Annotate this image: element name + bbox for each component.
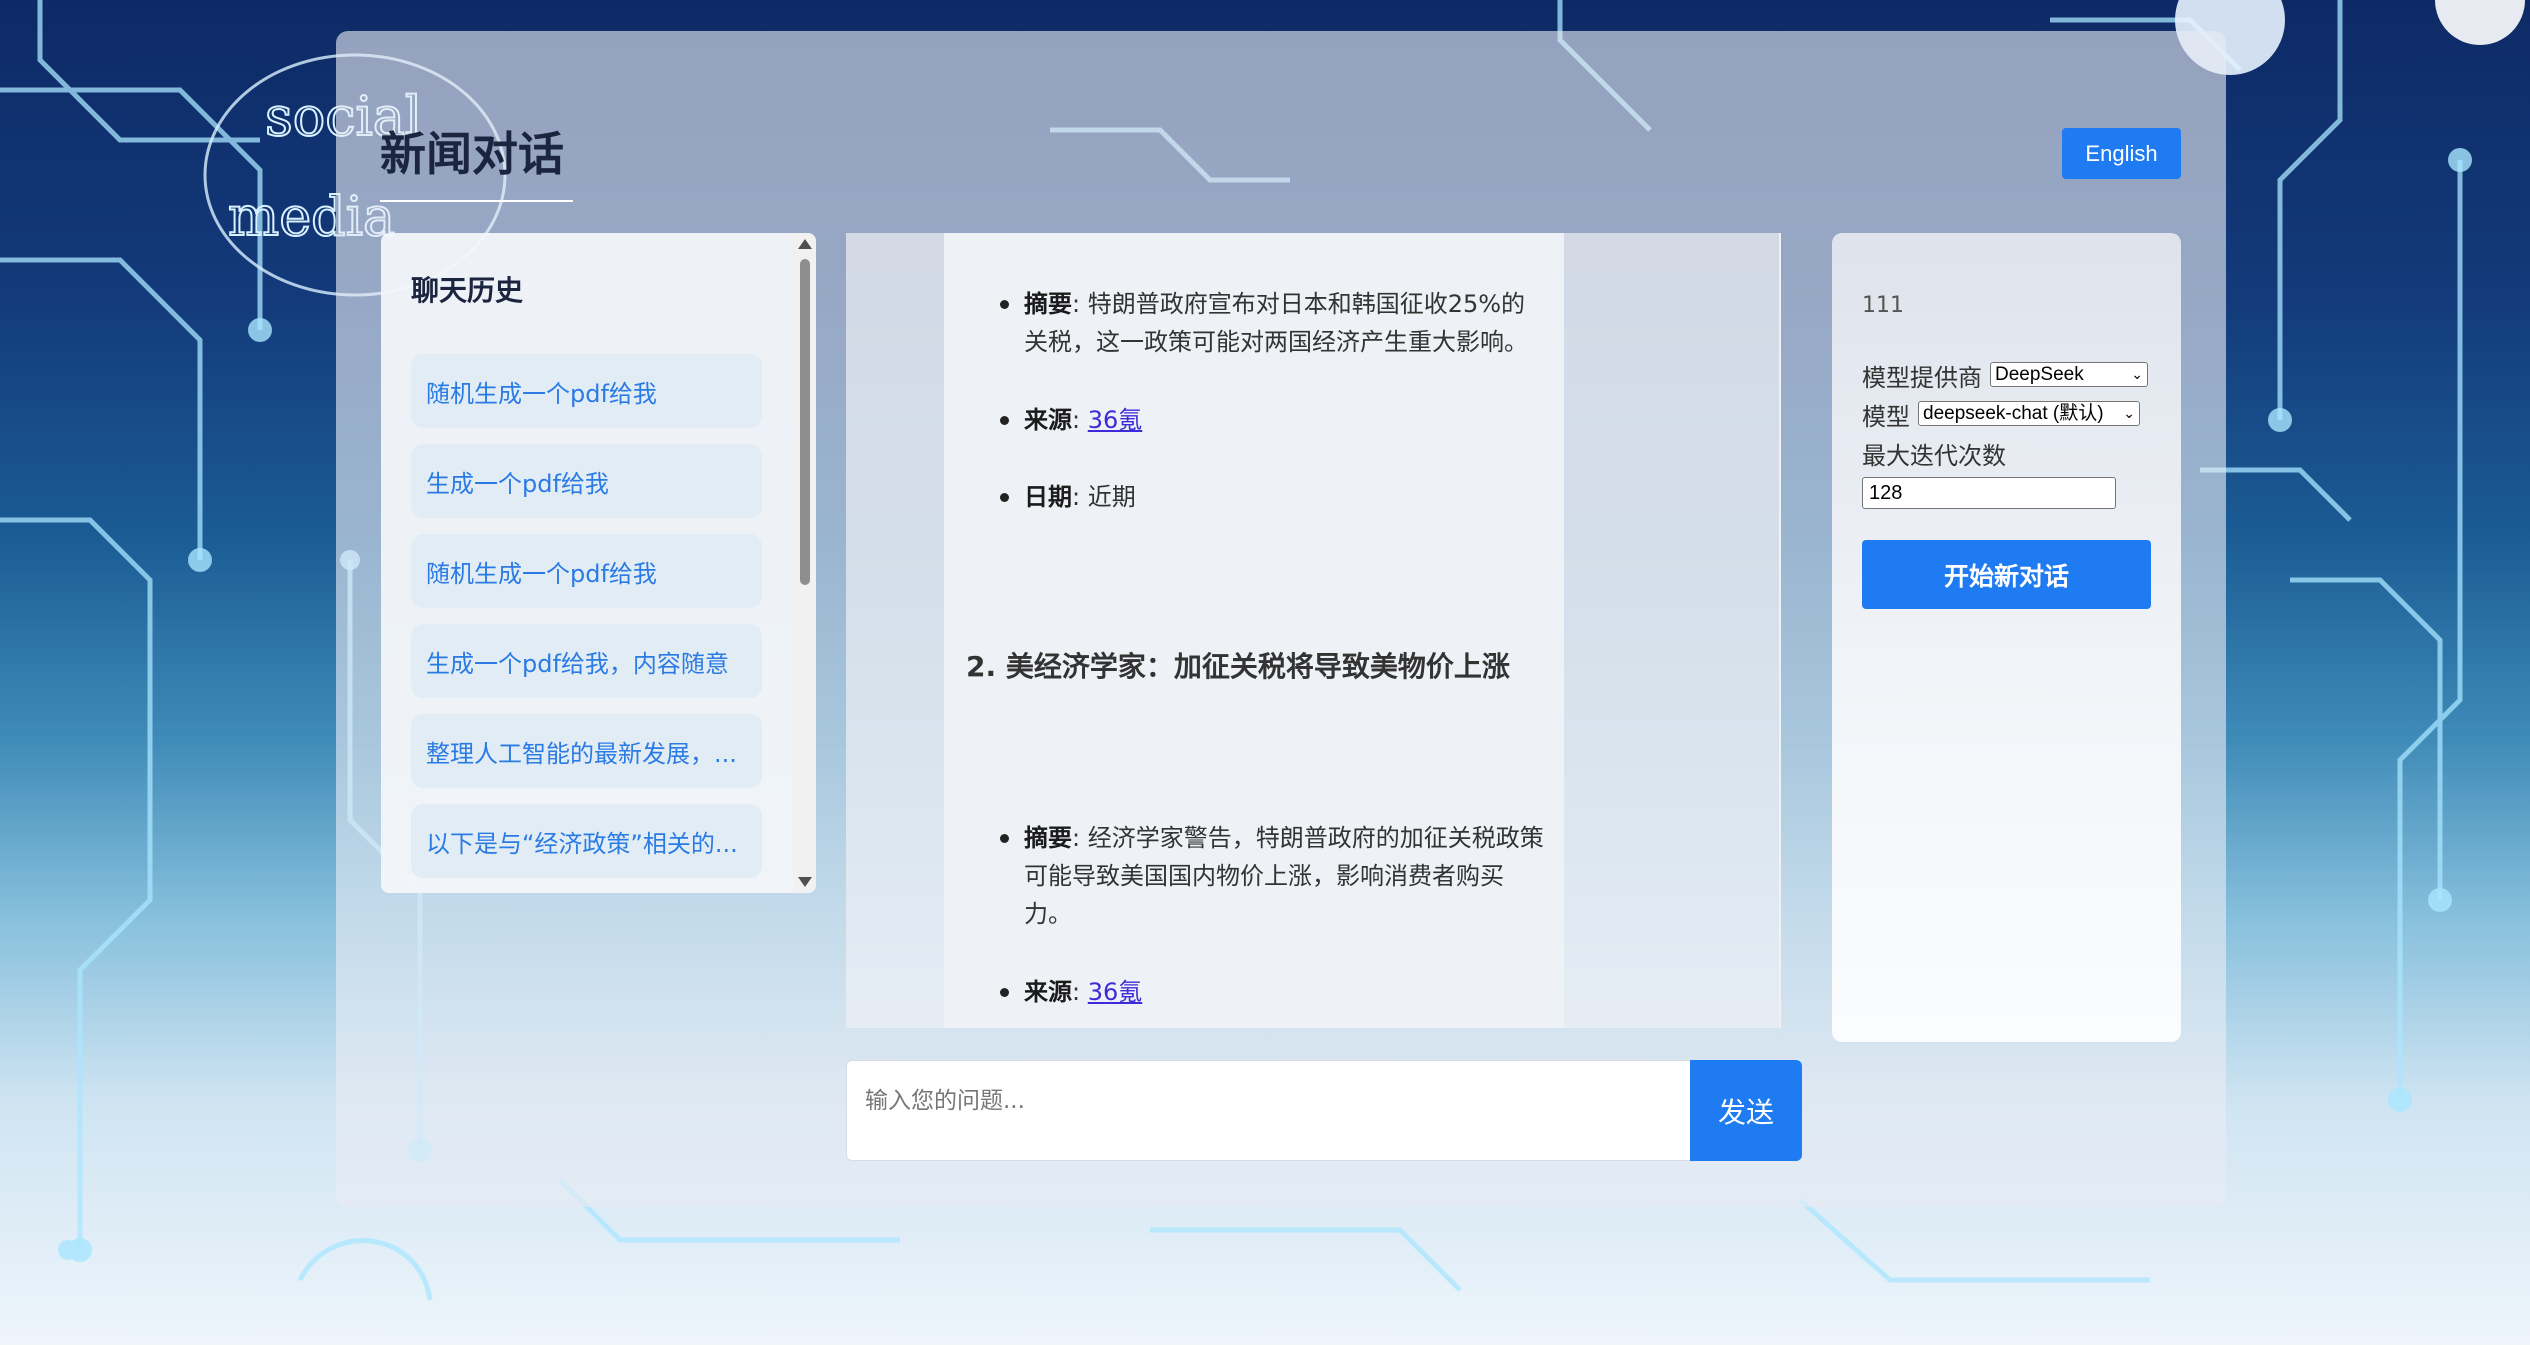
assistant-message: 摘要: 特朗普政府宣布对日本和韩国征收25%的关税，这一政策可能对两国经济产生重… (944, 233, 1564, 1028)
source-label: 来源 (1024, 406, 1072, 434)
summary-item: 摘要: 经济学家警告，特朗普政府的加征关税政策可能导致美国国内物价上涨，影响消费… (1000, 819, 1544, 933)
chat-messages-area: 摘要: 特朗普政府宣布对日本和韩国征收25%的关税，这一政策可能对两国经济产生重… (846, 233, 1781, 1028)
user-id: 111 (1862, 293, 1904, 318)
model-select[interactable]: deepseek-chat (默认) ⌄ (1918, 401, 2140, 426)
scroll-down-arrow-icon[interactable] (798, 877, 812, 887)
history-item[interactable]: 随机生成一个pdf给我 (411, 354, 762, 428)
max-iterations-label: 最大迭代次数 (1862, 442, 2006, 470)
history-title: 聊天历史 (411, 274, 524, 307)
history-item[interactable]: 生成一个pdf给我，内容随意 (411, 624, 762, 698)
chevron-down-icon: ⌄ (2131, 366, 2143, 382)
scroll-up-arrow-icon[interactable] (798, 239, 812, 249)
summary-label: 摘要 (1024, 290, 1072, 318)
summary-item: 摘要: 特朗普政府宣布对日本和韩国征收25%的关税，这一政策可能对两国经济产生重… (1000, 285, 1544, 361)
new-chat-button[interactable]: 开始新对话 (1862, 540, 2151, 609)
question-input[interactable]: 输入您的问题... (846, 1060, 1691, 1161)
date-text: : 近期 (1072, 483, 1136, 511)
summary-label: 摘要 (1024, 824, 1072, 852)
model-label: 模型 (1862, 403, 1910, 431)
model-select-value: deepseek-chat (默认) (1923, 403, 2104, 424)
send-button[interactable]: 发送 (1690, 1060, 1802, 1161)
provider-select-value: DeepSeek (1995, 364, 2084, 385)
history-item[interactable]: 生成一个pdf给我 (411, 444, 762, 518)
summary-text: : 特朗普政府宣布对日本和韩国征收25%的关税，这一政策可能对两国经济产生重大影… (1024, 290, 1528, 356)
history-item[interactable]: 整理人工智能的最新发展，... (411, 714, 762, 788)
page-title: 新闻对话 (380, 118, 573, 202)
source-link[interactable]: 36氪 (1088, 978, 1143, 1006)
history-scrollbar-thumb[interactable] (800, 259, 810, 585)
provider-select[interactable]: DeepSeek ⌄ (1990, 362, 2148, 387)
provider-label: 模型提供商 (1862, 364, 1982, 392)
source-link[interactable]: 36氪 (1088, 406, 1143, 434)
date-label: 日期 (1024, 483, 1072, 511)
history-item[interactable]: 以下是与“经济政策”相关的... (411, 804, 762, 878)
news-headline: 2. 美经济学家：加征关税将导致美物价上涨 (966, 650, 1510, 683)
max-iterations-input[interactable]: 128 (1862, 477, 2116, 509)
language-toggle-button[interactable]: English (2062, 128, 2181, 179)
chat-scrollbar[interactable] (1779, 233, 1781, 1028)
chat-history-sidebar: 聊天历史 随机生成一个pdf给我 生成一个pdf给我 随机生成一个pdf给我 生… (381, 233, 816, 893)
settings-sidebar: 111 模型提供商 DeepSeek ⌄ 模型 deepseek-chat (默认… (1832, 233, 2181, 1042)
source-label: 来源 (1024, 978, 1072, 1006)
history-scrollbar[interactable] (793, 233, 816, 893)
date-item: 日期: 近期 (1000, 478, 1544, 516)
source-item: 来源: 36氪 (1000, 973, 1544, 1011)
chevron-down-icon: ⌄ (2123, 405, 2135, 421)
summary-text: : 经济学家警告，特朗普政府的加征关税政策可能导致美国国内物价上涨，影响消费者购… (1024, 824, 1544, 928)
source-item: 来源: 36氪 (1000, 401, 1544, 439)
history-item[interactable]: 随机生成一个pdf给我 (411, 534, 762, 608)
